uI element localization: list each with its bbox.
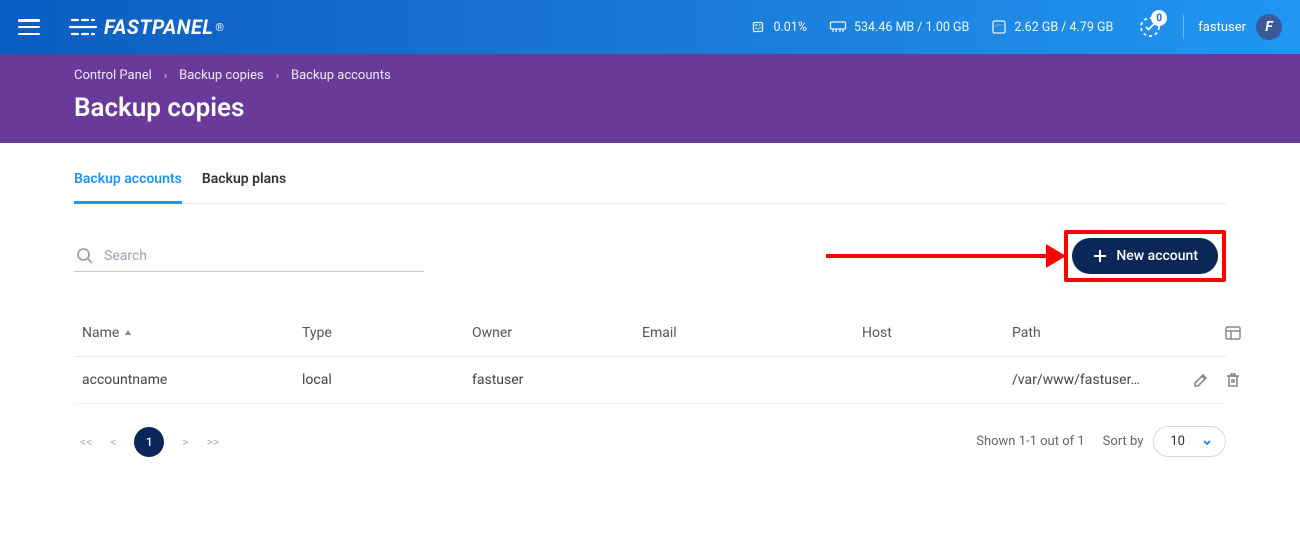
logo-icon — [68, 16, 98, 38]
page-next[interactable]: > — [182, 435, 188, 449]
th-host[interactable]: Host — [862, 325, 1012, 341]
logo-text: FASTPANEL — [104, 15, 213, 39]
tabs: Backup accounts Backup plans — [74, 161, 1226, 204]
th-type[interactable]: Type — [302, 325, 472, 341]
new-account-button[interactable]: New account — [1072, 238, 1218, 274]
page-last[interactable]: >> — [207, 435, 220, 449]
avatar: F — [1256, 14, 1282, 40]
edit-icon[interactable] — [1192, 371, 1210, 389]
table-header: Name Type Owner Email Host Path — [74, 310, 1226, 357]
column-settings[interactable] — [1162, 324, 1242, 342]
search-icon — [76, 247, 94, 265]
arrow-annotation — [826, 244, 1066, 268]
th-email[interactable]: Email — [642, 325, 862, 341]
menu-toggle[interactable] — [18, 19, 40, 35]
pager: << < 1 > >> — [80, 427, 219, 457]
user-menu[interactable]: fastuser F — [1198, 14, 1282, 40]
td-path: /var/www/fastuser… — [1012, 372, 1162, 388]
search-input[interactable] — [104, 248, 422, 264]
page-size-select[interactable]: 10 — [1153, 426, 1226, 457]
disk-value: 2.62 GB / 4.79 GB — [1014, 20, 1113, 35]
plus-icon — [1092, 248, 1108, 264]
chevron-right-icon: › — [276, 69, 279, 82]
username: fastuser — [1198, 20, 1246, 35]
sort-asc-icon — [124, 329, 132, 337]
new-account-label: New account — [1116, 248, 1198, 264]
page-header: Control Panel › Backup copies › Backup a… — [0, 54, 1300, 143]
content: Backup accounts Backup plans New account — [0, 143, 1300, 457]
th-name[interactable]: Name — [82, 325, 302, 341]
ram-icon — [829, 20, 847, 34]
tasks-icon[interactable]: 0 — [1135, 12, 1165, 42]
top-bar: FASTPANEL ® 0.01% 534.46 MB / 1.00 GB 2.… — [0, 0, 1300, 54]
table-row[interactable]: accountname local fastuser /var/www/fast… — [74, 357, 1226, 404]
page-size-value: 10 — [1170, 434, 1185, 449]
cpu-stat[interactable]: 0.01% — [750, 19, 807, 35]
cpu-value: 0.01% — [773, 20, 807, 35]
cpu-icon — [750, 19, 766, 35]
highlight-annotation: New account — [1064, 230, 1226, 282]
breadcrumb: Control Panel › Backup copies › Backup a… — [74, 68, 1226, 83]
accounts-table: Name Type Owner Email Host Path accountn… — [74, 310, 1226, 404]
toolbar: New account — [74, 230, 1226, 282]
chevron-down-icon — [1201, 436, 1213, 448]
logo-reg: ® — [215, 21, 224, 34]
page-title: Backup copies — [74, 93, 1226, 123]
ram-value: 534.46 MB / 1.00 GB — [854, 20, 969, 35]
divider — [1183, 15, 1184, 39]
tasks-badge: 0 — [1151, 10, 1167, 26]
th-path[interactable]: Path — [1012, 325, 1162, 341]
th-owner[interactable]: Owner — [472, 325, 642, 341]
page-prev[interactable]: < — [110, 435, 116, 449]
shown-text: Shown 1-1 out of 1 — [976, 434, 1084, 449]
tab-backup-accounts[interactable]: Backup accounts — [74, 161, 182, 204]
disk-stat[interactable]: 2.62 GB / 4.79 GB — [991, 19, 1113, 35]
delete-icon[interactable] — [1224, 371, 1242, 389]
page-current[interactable]: 1 — [134, 427, 164, 457]
table-footer: << < 1 > >> Shown 1-1 out of 1 Sort by 1… — [74, 426, 1226, 457]
columns-icon — [1224, 324, 1242, 342]
search-wrap — [74, 241, 424, 272]
logo[interactable]: FASTPANEL ® — [68, 15, 224, 39]
sortby-label: Sort by — [1103, 434, 1144, 449]
crumb-control-panel[interactable]: Control Panel — [74, 68, 152, 83]
crumb-backup-accounts[interactable]: Backup accounts — [291, 68, 391, 83]
page-first[interactable]: << — [80, 435, 92, 449]
row-actions — [1162, 371, 1242, 389]
td-type: local — [302, 372, 472, 388]
disk-icon — [991, 19, 1007, 35]
crumb-backup-copies[interactable]: Backup copies — [179, 68, 264, 83]
td-owner: fastuser — [472, 372, 642, 388]
chevron-right-icon: › — [164, 69, 167, 82]
ram-stat[interactable]: 534.46 MB / 1.00 GB — [829, 20, 969, 35]
td-name: accountname — [82, 372, 302, 388]
tab-backup-plans[interactable]: Backup plans — [202, 161, 286, 204]
